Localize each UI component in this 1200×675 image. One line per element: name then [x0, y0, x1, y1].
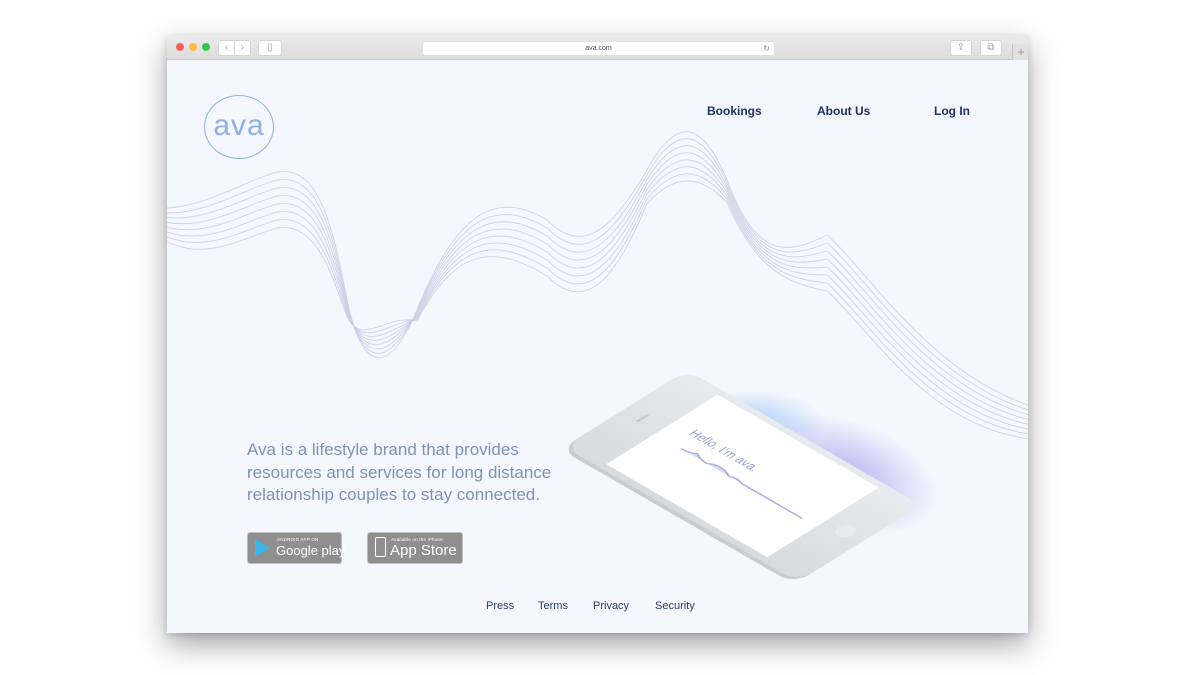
minimize-window-button[interactable] [189, 43, 197, 51]
home-button-icon [831, 522, 861, 540]
footer-press[interactable]: Press [486, 600, 514, 612]
app-store-label: App Store [390, 542, 457, 559]
reload-icon[interactable]: ↻ [763, 42, 770, 55]
address-bar[interactable]: ava.com ↻ [422, 41, 775, 56]
sidebar-icon: ▯ [267, 42, 273, 53]
nav-log-in[interactable]: Log In [934, 104, 970, 118]
speaker-icon [635, 413, 650, 423]
plus-icon: + [1017, 45, 1025, 59]
hero-tagline: Ava is a lifestyle brand that provides r… [247, 440, 552, 504]
forward-button[interactable]: › [234, 40, 251, 56]
page-content: ava Bookings About Us Log In Hello, I'm … [167, 60, 1028, 633]
logo-text: ava [213, 109, 265, 142]
share-button[interactable]: ⇪ [950, 40, 972, 56]
google-play-badge[interactable]: ANDROID APP ON Google play [247, 532, 346, 564]
close-window-button[interactable] [176, 43, 184, 51]
url-text: ava.com [585, 45, 612, 52]
back-button[interactable]: ‹ [218, 40, 235, 56]
footer-security[interactable]: Security [655, 600, 695, 612]
iphone-icon [375, 537, 386, 557]
chevron-right-icon: › [240, 42, 245, 53]
google-play-label: Google play [276, 543, 346, 558]
browser-toolbar: ‹ › ▯ ava.com ↻ ⇪ ⧉ + [167, 35, 1028, 60]
share-icon: ⇪ [956, 42, 966, 53]
phone-illustration: Hello, I'm ava. [564, 310, 957, 582]
google-play-small-text: ANDROID APP ON [277, 537, 319, 542]
chevron-left-icon: ‹ [224, 42, 229, 53]
show-tabs-button[interactable]: ⧉ [980, 40, 1002, 56]
footer-terms[interactable]: Terms [538, 600, 568, 612]
footer-privacy[interactable]: Privacy [593, 600, 629, 612]
sidebar-toggle-button[interactable]: ▯ [258, 40, 282, 56]
google-play-icon [255, 539, 270, 557]
new-tab-button[interactable]: + [1012, 44, 1028, 60]
nav-bookings[interactable]: Bookings [707, 104, 762, 118]
nav-about-us[interactable]: About Us [817, 104, 870, 118]
tabs-icon: ⧉ [987, 42, 995, 53]
ava-logo[interactable]: ava [204, 95, 274, 159]
browser-window: ‹ › ▯ ava.com ↻ ⇪ ⧉ + ava Bookings About… [167, 35, 1028, 633]
maximize-window-button[interactable] [202, 43, 210, 51]
app-store-badge[interactable]: Available on the iPhone App Store [367, 532, 463, 564]
